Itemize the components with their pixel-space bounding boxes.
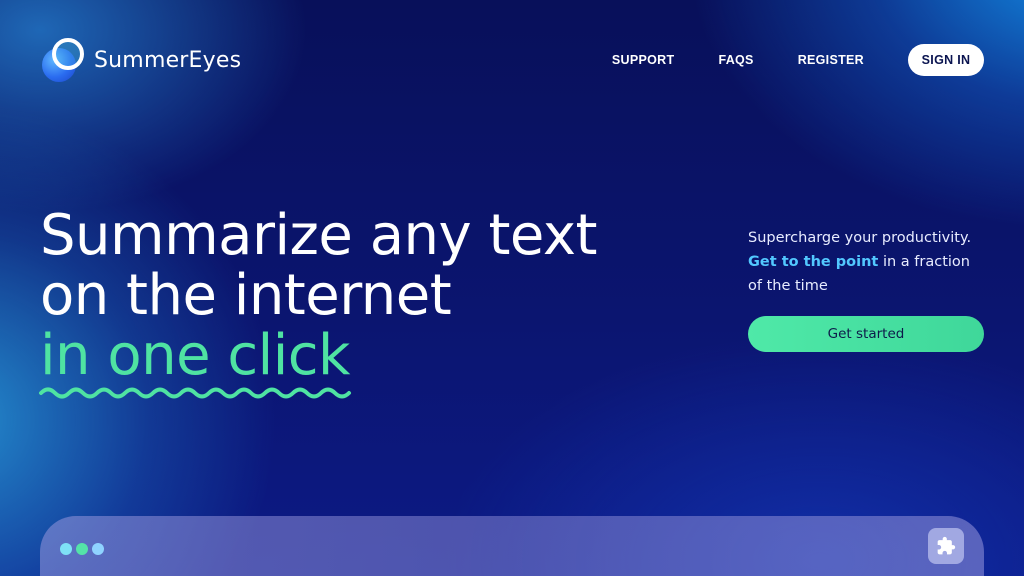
nav-link-register[interactable]: REGISTER [798,44,864,76]
nav-link-support[interactable]: SUPPORT [612,44,675,76]
brand-logo[interactable]: SummerEyes [42,38,241,82]
main-nav: SUPPORT FAQS REGISTER SIGN IN [612,44,984,76]
window-dot-2 [76,543,88,555]
window-dot-1 [60,543,72,555]
sign-in-button[interactable]: SIGN IN [908,44,984,76]
browser-mockup [40,516,984,576]
hero-headline-line-1: Summarize any text [40,203,597,268]
extension-button[interactable] [928,528,964,564]
window-controls [60,543,104,555]
hero-side-panel: Supercharge your productivity. Get to th… [748,226,988,298]
site-header: SummerEyes SUPPORT FAQS REGISTER SIGN IN [0,0,1024,120]
brand-name: SummerEyes [94,47,242,73]
tagline-highlight: Get to the point [748,254,879,270]
hero-headline-line-2: on the internet [40,263,452,328]
eye-orb-logo-icon [42,38,86,82]
puzzle-icon [937,536,956,555]
squiggle-underline-icon [39,387,351,399]
hero-headline: Summarize any text on the internet in on… [40,206,680,386]
get-started-button[interactable]: Get started [748,316,984,352]
window-dot-3 [92,543,104,555]
tagline-line-1: Supercharge your productivity. [748,230,972,246]
hero-headline-accent: in one click [40,323,350,388]
nav-link-faqs[interactable]: FAQS [718,44,753,76]
hero-tagline: Supercharge your productivity. Get to th… [748,226,988,298]
